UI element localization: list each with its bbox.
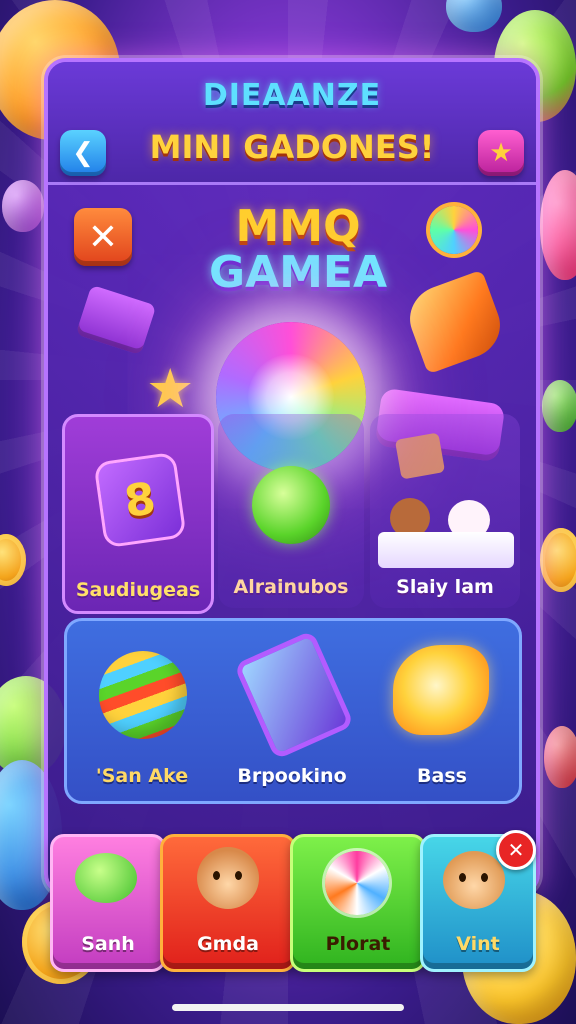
game-label: Brpookino [237,765,347,787]
tray-label: Sanh [81,933,135,955]
tray-tile[interactable]: Sanh [50,834,166,972]
game-card[interactable]: Alrainubos [218,414,364,608]
logo-line-2: GAMEA [208,247,388,298]
green-orb-icon [252,466,330,544]
more-games-row: 'San Ake Brpookino Bass [64,618,522,804]
close-button[interactable]: ✕ [74,208,132,266]
dice-8-icon: 8 [93,451,187,549]
game-panel: DIEAANZE MINI GADONES! ❮ ★ ✕ MMQ GAMEA ★… [44,58,540,896]
game-label: Slaiy lam [396,576,494,598]
tray-tile[interactable]: Gmda [160,834,296,972]
game-label: Alrainubos [233,576,349,598]
close-icon: ✕ [87,216,119,258]
gem-icon [400,269,510,375]
tray-tile[interactable]: Plorat [290,834,426,972]
balloon-green-small-decoration [542,380,576,432]
game-card[interactable]: Bass [367,621,517,801]
favorite-button[interactable]: ★ [478,130,524,176]
logo-line-1: MMQ [235,201,361,252]
coin-decoration [540,528,576,592]
bear-icon [197,847,259,909]
game-card[interactable]: 8 Saudiugeas [62,414,214,614]
featured-games-row: 8 Saudiugeas Alrainubos Slaiy lam [62,414,522,614]
cat-icon [443,851,505,909]
game-card[interactable]: Brpookino [217,621,367,801]
tray-label: Plorat [325,933,391,955]
title-line-1: DIEAANZE [202,78,382,113]
balloon-purple-decoration [2,180,44,232]
back-button[interactable]: ❮ [60,130,106,176]
gamepad-icon [75,284,157,356]
game-label: Bass [417,765,467,787]
star-icon: ★ [489,138,513,168]
game-logo: MMQ GAMEA [188,204,408,296]
pets-box-icon [378,532,514,568]
balloon-red-decoration [544,726,576,788]
candy-icon [430,206,478,254]
close-icon: ✕ [507,838,525,862]
home-indicator[interactable] [172,1004,404,1011]
panel-header: DIEAANZE MINI GADONES! ❮ ★ [48,62,536,185]
arrow-left-icon: ❮ [72,138,94,168]
game-label: Saudiugeas [75,579,201,601]
swirl-candy-icon [325,851,389,915]
title-line-2: MINI GADONES! [149,128,435,166]
phone-icon [233,630,355,760]
bottom-game-tray: Sanh Gmda Plorat Vint [50,834,536,972]
game-card[interactable]: Slaiy lam [370,414,520,608]
tray-label: Vint [456,933,500,955]
game-label: 'San Ake [95,765,189,787]
game-card[interactable]: 'San Ake [67,621,217,801]
candy-shell-icon [393,645,489,735]
tray-close-button[interactable]: ✕ [496,830,536,870]
tray-label: Gmda [197,933,259,955]
green-blob-icon [75,853,137,903]
star-decoration-icon: ★ [146,357,195,420]
striped-ball-icon [99,651,187,739]
